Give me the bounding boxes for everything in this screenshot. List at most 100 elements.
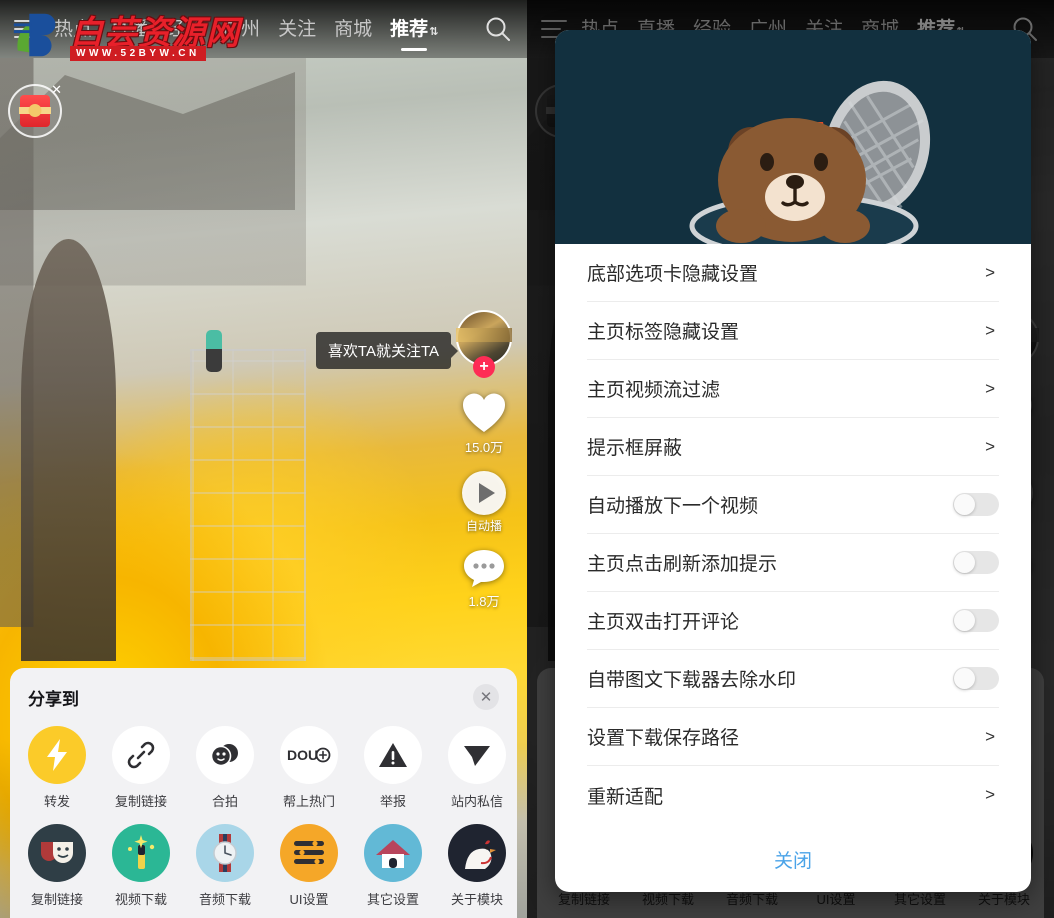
follow-button[interactable]: + (473, 356, 495, 378)
gift-icon[interactable]: ✕ (8, 82, 62, 138)
chevron-right-icon: > (985, 320, 995, 340)
remove-watermark-toggle[interactable] (953, 667, 999, 690)
settings-row-download-path[interactable]: 设置下载保存路径 > (587, 708, 999, 766)
nav-label: 推荐 (390, 19, 429, 40)
active-tab-underline (401, 48, 428, 51)
refresh-tip-toggle[interactable] (953, 551, 999, 574)
rooster-icon (448, 824, 506, 882)
play-icon (461, 470, 507, 516)
comment-icon (462, 548, 506, 588)
nav-item-mall[interactable]: 商城 (334, 14, 372, 44)
close-icon[interactable]: ✕ (51, 82, 62, 98)
settings-row-label: 主页标签隐藏设置 (587, 322, 740, 343)
share-item-label: 帮上热门 (282, 794, 335, 809)
share-sheet-header: 分享到 ✕ (10, 682, 517, 722)
nav-label: 商城 (334, 19, 373, 40)
like-count: 15.0万 (464, 440, 504, 455)
module-item-label: 其它设置 (366, 892, 419, 907)
left-screen-panel: 热点 直播 经验 广州 关注 商城 推荐⇅ ✕ 喜欢TA就关注TA + 15.0… (0, 0, 527, 918)
share-item-promote[interactable]: DOU 帮上热门 (276, 726, 342, 810)
share-item-label: 合拍 (211, 794, 238, 809)
search-icon[interactable] (483, 14, 513, 44)
like-button[interactable]: 15.0万 (461, 392, 507, 456)
masks-icon (28, 824, 86, 882)
video-action-rail: + 15.0万 自动播 1.8万 (451, 310, 517, 610)
settings-row-feed-filter[interactable]: 主页视频流过滤 > (587, 360, 999, 418)
settings-row-label: 主页点击刷新添加提示 (587, 554, 778, 575)
svg-text:DOU: DOU (287, 747, 318, 763)
share-item-copy-link[interactable]: 复制链接 (108, 726, 174, 810)
share-item-forward[interactable]: 转发 (24, 726, 90, 810)
share-item-label: 转发 (43, 794, 70, 809)
dialog-close-button[interactable]: 关闭 (774, 846, 812, 873)
ui-settings-dialog: 底部选项卡隐藏设置 > 主页标签隐藏设置 > 主页视频流过滤 > 提示框屏蔽 >… (555, 30, 1031, 892)
sort-caret-icon: ⇅ (429, 26, 439, 38)
link-chain-icon (112, 726, 170, 784)
chevron-right-icon: > (985, 785, 995, 804)
avatar[interactable]: + (456, 310, 512, 378)
dialog-footer: 关闭 (555, 826, 1031, 892)
settings-row-label: 自带图文下载器去除水印 (587, 670, 797, 691)
share-item-label: 站内私信 (450, 794, 503, 809)
share-item-label: 举报 (379, 794, 406, 809)
module-item-audio-download[interactable]: 音频下载 (192, 824, 258, 908)
settings-row-popup-block[interactable]: 提示框屏蔽 > (587, 418, 999, 476)
settings-row-label: 提示框屏蔽 (587, 438, 683, 459)
heart-icon (461, 392, 507, 434)
module-item-label: 音频下载 (198, 892, 251, 907)
share-sheet-title: 分享到 (28, 689, 79, 709)
logo-icon (13, 13, 56, 57)
settings-row-refresh-tip[interactable]: 主页点击刷新添加提示 (587, 534, 999, 592)
settings-row-remove-watermark[interactable]: 自带图文下载器去除水印 (587, 650, 999, 708)
comment-button[interactable]: 1.8万 (462, 548, 506, 610)
nav-label: 关注 (278, 19, 317, 40)
share-item-direct-message[interactable]: 站内私信 (444, 726, 510, 810)
autoplay-next-toggle[interactable] (953, 493, 999, 516)
settings-row-autoplay-next[interactable]: 自动播放下一个视频 (587, 476, 999, 534)
settings-row-home-tab-hide[interactable]: 主页标签隐藏设置 > (587, 302, 999, 360)
music-autoplay-button[interactable]: 自动播 (461, 470, 507, 534)
settings-row-double-tap-comments[interactable]: 主页双击打开评论 (587, 592, 999, 650)
site-watermark: 白芸资源网 WWW.52BYW.CN (4, 2, 264, 68)
chevron-right-icon: > (985, 726, 995, 746)
module-item-label: 视频下载 (114, 892, 167, 907)
module-item-about[interactable]: 关于模块 (444, 824, 510, 908)
nav-item-recommend[interactable]: 推荐⇅ (390, 14, 439, 51)
warning-triangle-icon (364, 726, 422, 784)
duet-faces-icon (196, 726, 254, 784)
settings-row-label: 底部选项卡隐藏设置 (587, 264, 759, 285)
module-item-video-download[interactable]: 视频下载 (108, 824, 174, 908)
decor-person (205, 330, 222, 373)
settings-row-label: 设置下载保存路径 (587, 728, 740, 749)
share-item-duet[interactable]: 合拍 (192, 726, 258, 810)
settings-list: 底部选项卡隐藏设置 > 主页标签隐藏设置 > 主页视频流过滤 > 提示框屏蔽 >… (555, 244, 1031, 826)
chevron-right-icon: > (985, 378, 995, 398)
music-label: 自动播 (465, 519, 502, 533)
dou-plus-icon: DOU (280, 726, 338, 784)
comment-count: 1.8万 (468, 594, 500, 609)
close-icon[interactable]: ✕ (473, 684, 499, 710)
module-item-ui-settings[interactable]: UI设置 (276, 824, 342, 908)
module-item-copy-link[interactable]: 复制链接 (24, 824, 90, 908)
module-item-label: 复制链接 (30, 892, 83, 907)
decor-scaffold (189, 348, 306, 661)
share-item-label: 复制链接 (114, 794, 167, 809)
list-lines-icon (280, 824, 338, 882)
lightning-bolt-icon (28, 726, 86, 784)
module-item-label: UI设置 (289, 892, 329, 907)
watch-icon (196, 824, 254, 882)
settings-row-reconfigure[interactable]: 重新适配 > (587, 766, 999, 824)
settings-row-label: 主页双击打开评论 (587, 612, 740, 633)
watermark-url: WWW.52BYW.CN (70, 46, 206, 61)
nav-item-following[interactable]: 关注 (278, 14, 316, 44)
share-item-report[interactable]: 举报 (360, 726, 426, 810)
bear-in-manhole-illustration (555, 30, 1031, 244)
share-row-module: 复制链接 视频下载 音频下载 UI设置 其它设置 关于模块 (10, 810, 517, 908)
settings-row-label: 自动播放下一个视频 (587, 496, 759, 517)
settings-row-bottom-tab-hide[interactable]: 底部选项卡隐藏设置 > (587, 244, 999, 302)
settings-row-label: 主页视频流过滤 (587, 380, 721, 401)
send-message-icon (448, 726, 506, 784)
chevron-right-icon: > (985, 262, 995, 282)
module-item-other-settings[interactable]: 其它设置 (360, 824, 426, 908)
double-tap-comments-toggle[interactable] (953, 609, 999, 632)
